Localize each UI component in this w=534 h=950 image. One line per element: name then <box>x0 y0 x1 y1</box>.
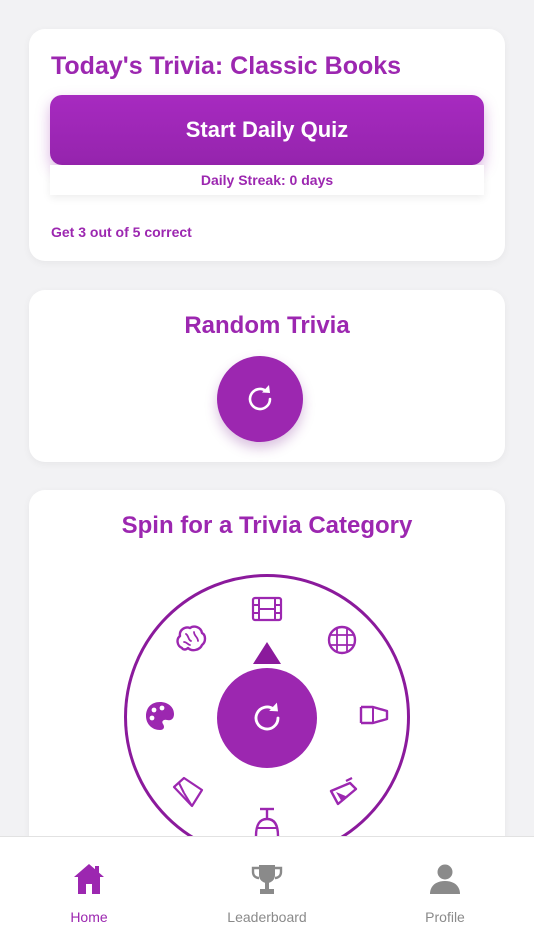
daily-trivia-card: Today's Trivia: Classic Books Start Dail… <box>29 29 505 261</box>
user-icon <box>430 864 460 894</box>
literature-icon <box>172 776 204 808</box>
brain-icon <box>176 625 207 652</box>
science-icon <box>359 705 389 725</box>
bottom-tab-bar: Home Leaderboard Profile <box>0 836 534 950</box>
spin-category-card: Spin for a Trivia Category <box>29 490 505 890</box>
film-icon <box>251 596 283 622</box>
random-trivia-card: Random Trivia <box>29 290 505 462</box>
sports-trophy-icon <box>254 807 280 837</box>
tab-profile-label: Profile <box>425 909 465 925</box>
tab-home-label: Home <box>70 909 108 925</box>
trophy-icon <box>251 865 283 894</box>
refresh-icon <box>254 702 280 731</box>
daily-trivia-title: Today's Trivia: Classic Books <box>51 52 402 80</box>
sports-icon <box>329 777 358 806</box>
refresh-icon <box>248 385 272 411</box>
home-icon <box>74 864 104 894</box>
random-trivia-title: Random Trivia <box>184 312 350 339</box>
start-daily-quiz-button[interactable]: Start Daily Quiz <box>50 95 484 165</box>
tab-leaderboard[interactable]: Leaderboard <box>178 837 356 950</box>
daily-streak-label: Daily Streak: 0 days <box>50 165 484 195</box>
daily-goal-label: Get 3 out of 5 correct <box>51 224 192 240</box>
spin-wheel-button[interactable] <box>217 668 317 768</box>
tab-profile[interactable]: Profile <box>356 837 534 950</box>
random-trivia-button[interactable] <box>217 356 303 442</box>
globe-icon <box>327 625 357 655</box>
tab-leaderboard-label: Leaderboard <box>227 909 307 925</box>
tab-home[interactable]: Home <box>0 837 178 950</box>
spin-category-title: Spin for a Trivia Category <box>121 512 413 539</box>
art-icon <box>146 702 174 730</box>
wheel-pointer <box>253 642 281 664</box>
